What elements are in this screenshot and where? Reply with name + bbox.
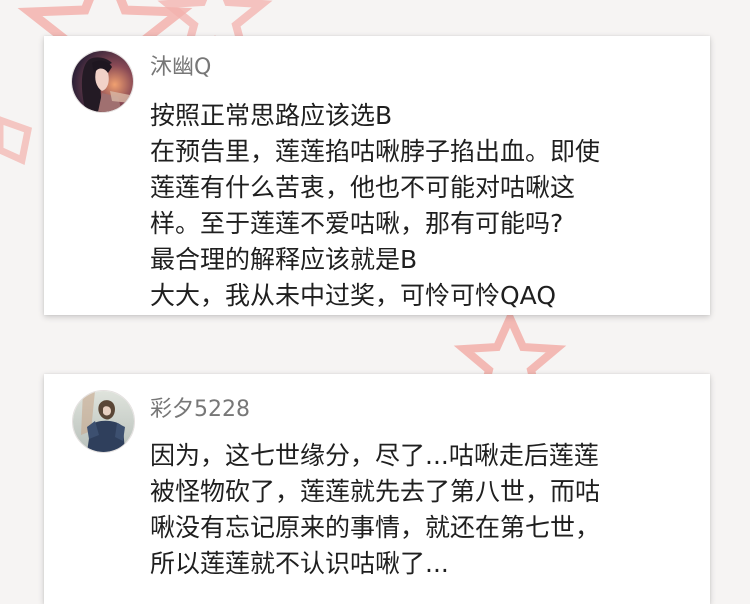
comment-text: 因为，这七世缘分，尽了...咕啾走后莲莲 被怪物砍了，莲莲就先去了第八世，而咕 … [150,438,600,582]
comment-line: 大大，我从未中过奖，可怜可怜QAQ [150,281,557,310]
star-outline-left-edge [0,116,33,166]
comment-text: 按照正常思路应该选B 在预告里，莲莲掐咕啾脖子掐出血。即使 莲莲有什么苦衷，他也… [150,98,600,314]
comment-line: 样。至于莲莲不爱咕啾，那有可能吗? [150,209,564,238]
avatar-photo-icon [73,391,134,452]
comment-card: 彩夕5228 因为，这七世缘分，尽了...咕啾走后莲莲 被怪物砍了，莲莲就先去了… [44,374,710,604]
comment-line: 因为，这七世缘分，尽了...咕啾走后莲莲 [150,441,599,470]
comment-line: 被怪物砍了，莲莲就先去了第八世，而咕 [150,477,601,506]
comment-card: 沐幽Q 按照正常思路应该选B 在预告里，莲莲掐咕啾脖子掐出血。即使 莲莲有什么苦… [44,36,710,315]
username[interactable]: 沐幽Q [150,57,211,79]
comment-line: 啾没有忘记原来的事情，就还在第七世， [150,513,601,542]
comment-line: 按照正常思路应该选B [150,101,393,130]
comment-line: 在预告里，莲莲掐咕啾脖子掐出血。即使 [150,137,601,166]
comment-line: 所以莲莲就不认识咕啾了... [150,549,449,578]
comment-line: 最合理的解释应该就是B [150,245,418,274]
username[interactable]: 彩夕5228 [150,399,250,421]
avatar[interactable] [71,50,134,113]
avatar-illustration-icon [72,51,133,112]
comment-line: 莲莲有什么苦衷，他也不可能对咕啾这 [150,173,576,202]
avatar[interactable] [72,390,135,453]
